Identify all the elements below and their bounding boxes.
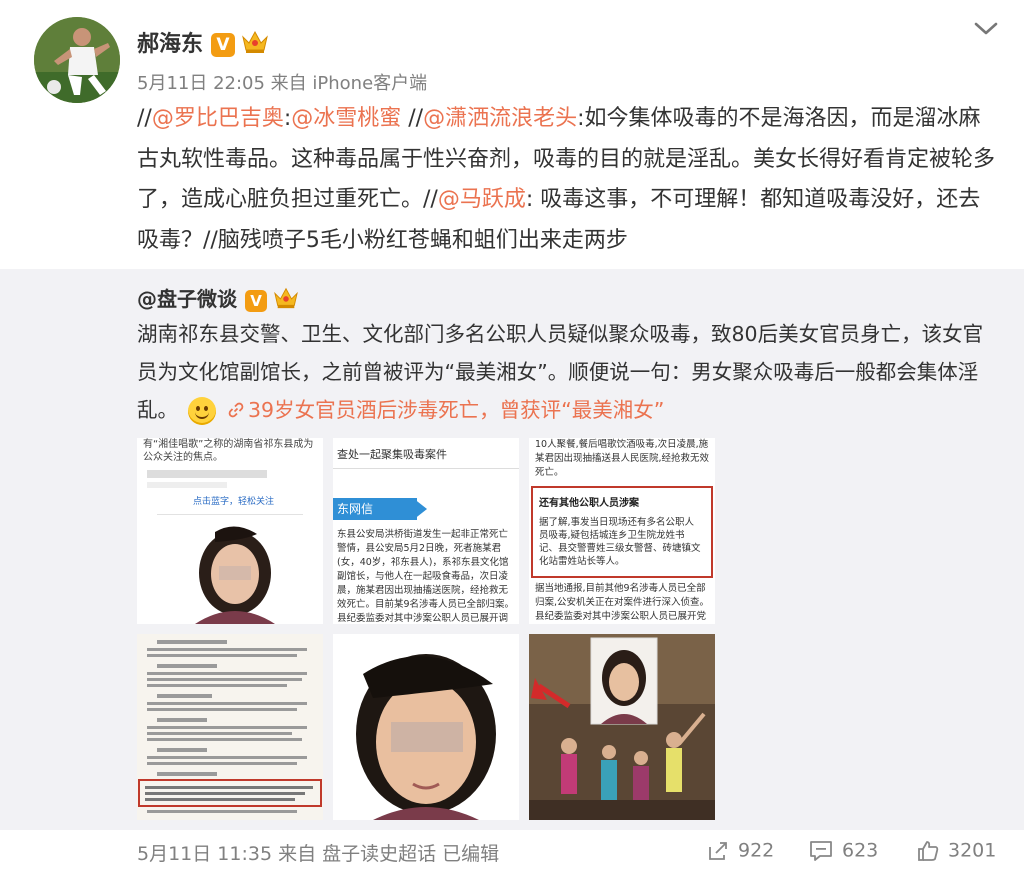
chevron-down-icon[interactable]	[972, 14, 1000, 42]
repost-author[interactable]: @盘子微谈	[137, 287, 237, 311]
image-thumbnail-2[interactable]: 查处一起聚集吸毒案件 东网信 东县公安局洪桥街道发生一起非正常死亡警情，县公安局…	[333, 438, 519, 624]
link-icon	[228, 398, 244, 422]
weibo-post: 郝海东 V 5月11日 22:05 来自 iPhone客户端 //@罗比巴吉奥:@…	[0, 0, 1024, 879]
comment-icon	[810, 841, 832, 861]
author-avatar[interactable]	[34, 17, 120, 103]
repost-time-source[interactable]: 5月11日 11:35 来自 盘子读史超话 已编辑	[137, 839, 499, 866]
author-name-row: 郝海东 V	[137, 26, 269, 61]
comment-button[interactable]: 623	[808, 839, 878, 863]
verified-badge-icon: V	[211, 33, 236, 57]
thumb-text: 有“湘佳唱歌”之称的湖南省祁东县成为公众关注的焦点。	[143, 439, 314, 463]
portrait-photo	[356, 654, 496, 820]
mention-link[interactable]: @马跃成	[438, 187, 526, 212]
thumb-line	[147, 470, 267, 478]
like-button[interactable]: 3201	[916, 839, 996, 863]
thumb-banner: 东网信	[333, 498, 417, 520]
repost-button[interactable]: 922	[706, 839, 774, 863]
post-text-segment: //	[137, 106, 152, 131]
image-thumbnail-4[interactable]	[137, 634, 323, 820]
smile-emoji-icon	[188, 397, 216, 425]
post-text: //@罗比巴吉奥:@冰雪桃蜜 //@潇洒流浪老头:如今集体吸毒的不是海洛因，而是…	[137, 99, 997, 261]
divider	[333, 468, 519, 469]
portrait-photo	[195, 526, 275, 624]
thumb-text: 东县公安局洪桥街道发生一起非正常死亡警情，县公安局5月2日晚，死者施某君(女，4…	[337, 529, 515, 624]
thumb-line	[147, 482, 227, 488]
author-name[interactable]: 郝海东	[137, 32, 203, 57]
share-icon	[709, 842, 727, 860]
box-title: 还有其他公职人员涉案	[539, 498, 639, 509]
image-thumbnail-6[interactable]	[529, 634, 715, 820]
mention-link[interactable]: @冰雪桃蜜	[291, 106, 401, 131]
thumbs-up-icon	[918, 841, 939, 861]
comment-count: 623	[842, 839, 879, 862]
repost-count: 922	[738, 839, 775, 862]
repost-author-row: @盘子微谈 V	[137, 283, 299, 315]
image-thumbnail-3[interactable]: 10人聚餐,餐后唱歌饮酒吸毒,次日凌晨,施某君因出现抽搐送县人民医院,经抢救无效…	[529, 438, 715, 624]
divider	[157, 514, 303, 515]
repost-text-block: 湖南祁东县交警、卫生、文化部门多名公职人员疑似聚众吸毒，致80后美女官员身亡，该…	[137, 315, 997, 429]
article-link[interactable]: 39岁女官员酒后涉毒死亡，曾获评“最美湘女”	[248, 398, 664, 422]
mention-link[interactable]: @潇洒流浪老头	[423, 106, 577, 131]
banner-arrow	[413, 498, 427, 520]
post-time-source[interactable]: 5月11日 22:05 来自 iPhone客户端	[137, 69, 427, 95]
thumb-text: 10人聚餐,餐后唱歌饮酒吸毒,次日凌晨,施某君因出现抽搐送县人民医院,经抢救无效…	[535, 439, 710, 478]
image-thumbnail-1[interactable]: 有“湘佳唱歌”之称的湖南省祁东县成为公众关注的焦点。 点击蓝字，轻松关注	[137, 438, 323, 624]
box-text: 据了解,事发当日现场还有多名公职人员吸毒,疑包括城连乡卫生院龙姓书记、县交警曹姓…	[539, 517, 701, 567]
thumb-text: 据当地通报,目前其他9名涉毒人员已全部归案,公安机关正在对案件进行深入侦查。县纪…	[535, 583, 710, 622]
post-text-segment: //	[401, 106, 424, 131]
dance-photo	[529, 634, 715, 820]
verified-badge-icon: V	[245, 289, 267, 312]
document-scan	[138, 640, 322, 813]
thumb-headline: 查处一起聚集吸毒案件	[337, 448, 447, 461]
image-thumbnail-5[interactable]	[333, 634, 519, 820]
mention-link[interactable]: @罗比巴吉奥	[152, 106, 284, 131]
highlight-box: 还有其他公职人员涉案 据了解,事发当日现场还有多名公职人员吸毒,疑包括城连乡卫生…	[531, 486, 713, 578]
crown-icon	[273, 286, 299, 315]
crown-icon	[241, 29, 269, 61]
like-count: 3201	[948, 839, 997, 862]
thumb-tag: 点击蓝字，轻松关注	[193, 497, 275, 507]
